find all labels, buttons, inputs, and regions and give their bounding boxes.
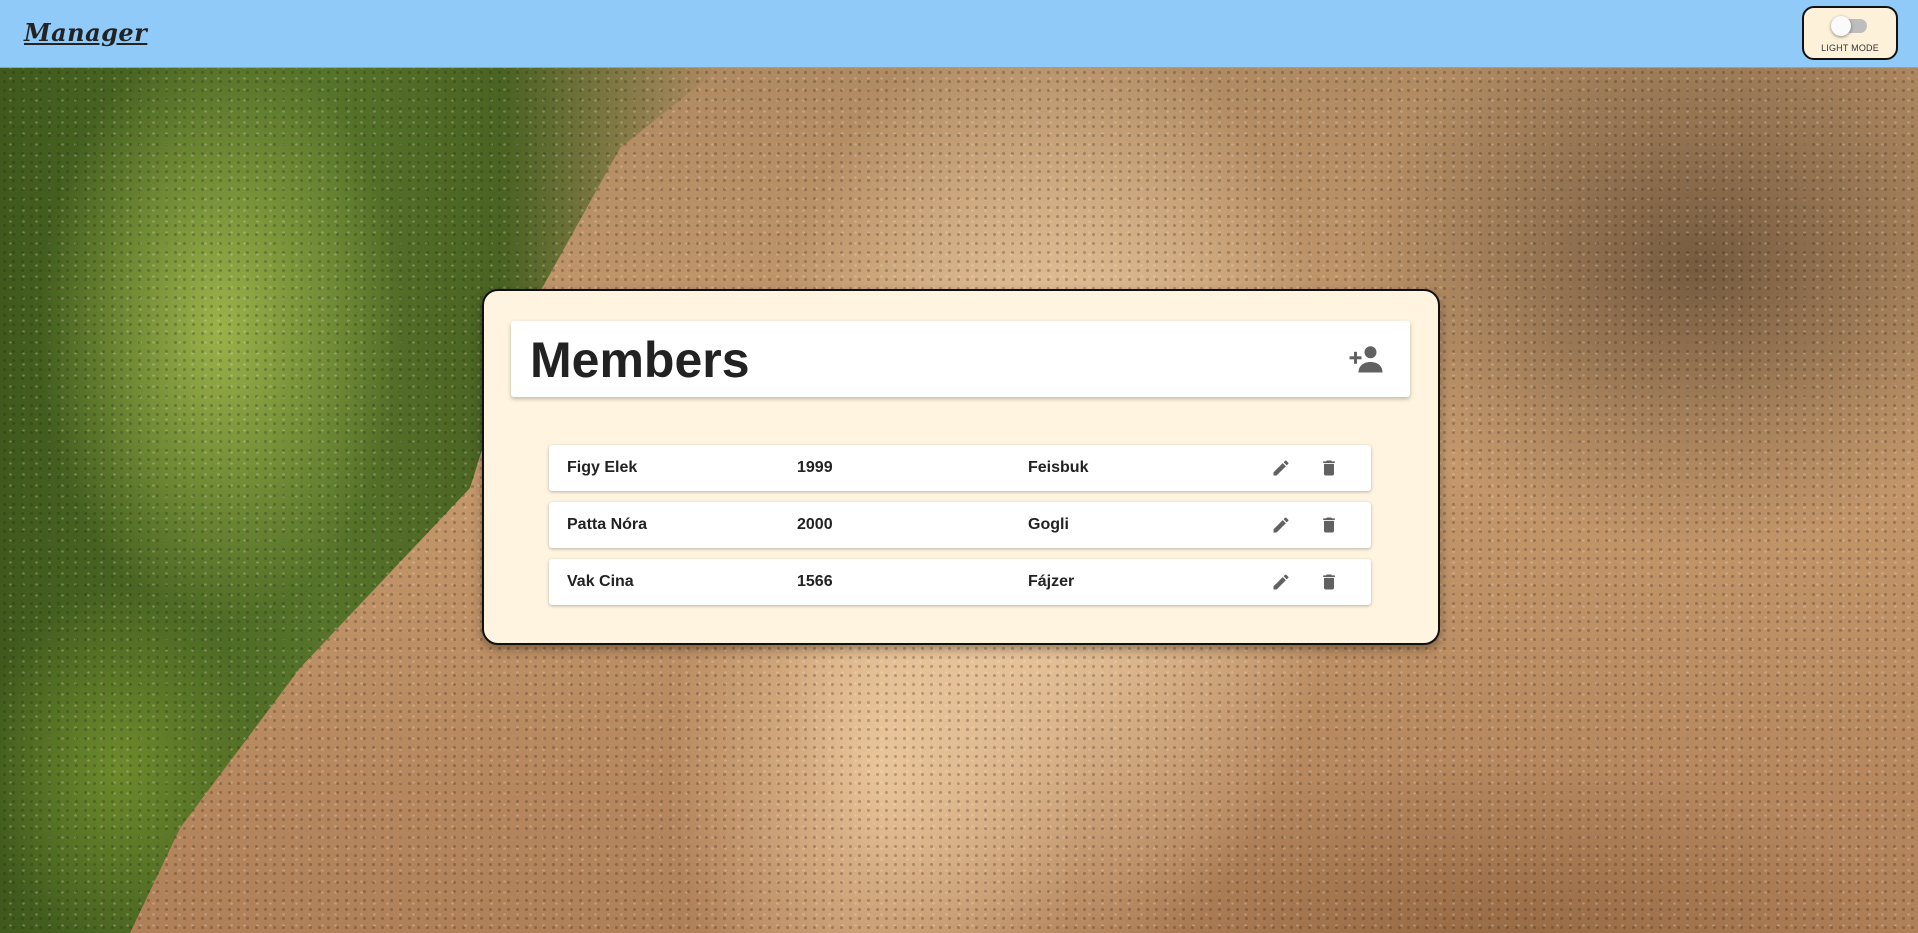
member-name: Vak Cina [567, 573, 634, 590]
member-row: Figy Elek 1999 Feisbuk [549, 445, 1371, 491]
top-app-bar: Manager LIGHT MODE [0, 0, 1918, 68]
edit-button[interactable] [1269, 456, 1293, 480]
delete-button[interactable] [1317, 513, 1341, 537]
delete-icon [1323, 460, 1335, 476]
member-year: 1999 [797, 459, 833, 476]
member-company: Feisbuk [1028, 459, 1089, 476]
theme-mode-toggle[interactable]: LIGHT MODE [1802, 6, 1898, 60]
edit-icon [1273, 460, 1289, 476]
edit-icon [1273, 574, 1289, 590]
edit-icon [1273, 517, 1289, 533]
theme-mode-label: LIGHT MODE [1821, 43, 1879, 53]
members-panel: Members Figy Elek 1999 Feisbuk Patta Nór… [482, 289, 1440, 645]
member-name: Figy Elek [567, 459, 638, 476]
delete-button[interactable] [1317, 456, 1341, 480]
member-row: Patta Nóra 2000 Gogli [549, 502, 1371, 548]
member-name: Patta Nóra [567, 516, 648, 533]
edit-button[interactable] [1269, 513, 1293, 537]
members-header: Members [511, 321, 1410, 397]
delete-icon [1323, 517, 1335, 533]
member-company: Fájzer [1028, 573, 1075, 590]
member-row: Vak Cina 1566 Fájzer [549, 559, 1371, 605]
members-list: Figy Elek 1999 Feisbuk Patta Nóra 2000 G… [549, 445, 1371, 616]
member-year: 1566 [797, 573, 833, 590]
delete-icon [1323, 574, 1335, 590]
switch-knob [1831, 16, 1851, 36]
person-add-icon [1349, 346, 1383, 373]
theme-switch[interactable] [1831, 16, 1867, 36]
member-year: 2000 [797, 516, 833, 533]
edit-button[interactable] [1269, 570, 1293, 594]
member-company: Gogli [1028, 516, 1069, 533]
page-title: Members [530, 332, 750, 388]
delete-button[interactable] [1317, 570, 1341, 594]
add-member-button[interactable] [1348, 343, 1384, 375]
brand-logo[interactable]: Manager [24, 18, 147, 47]
